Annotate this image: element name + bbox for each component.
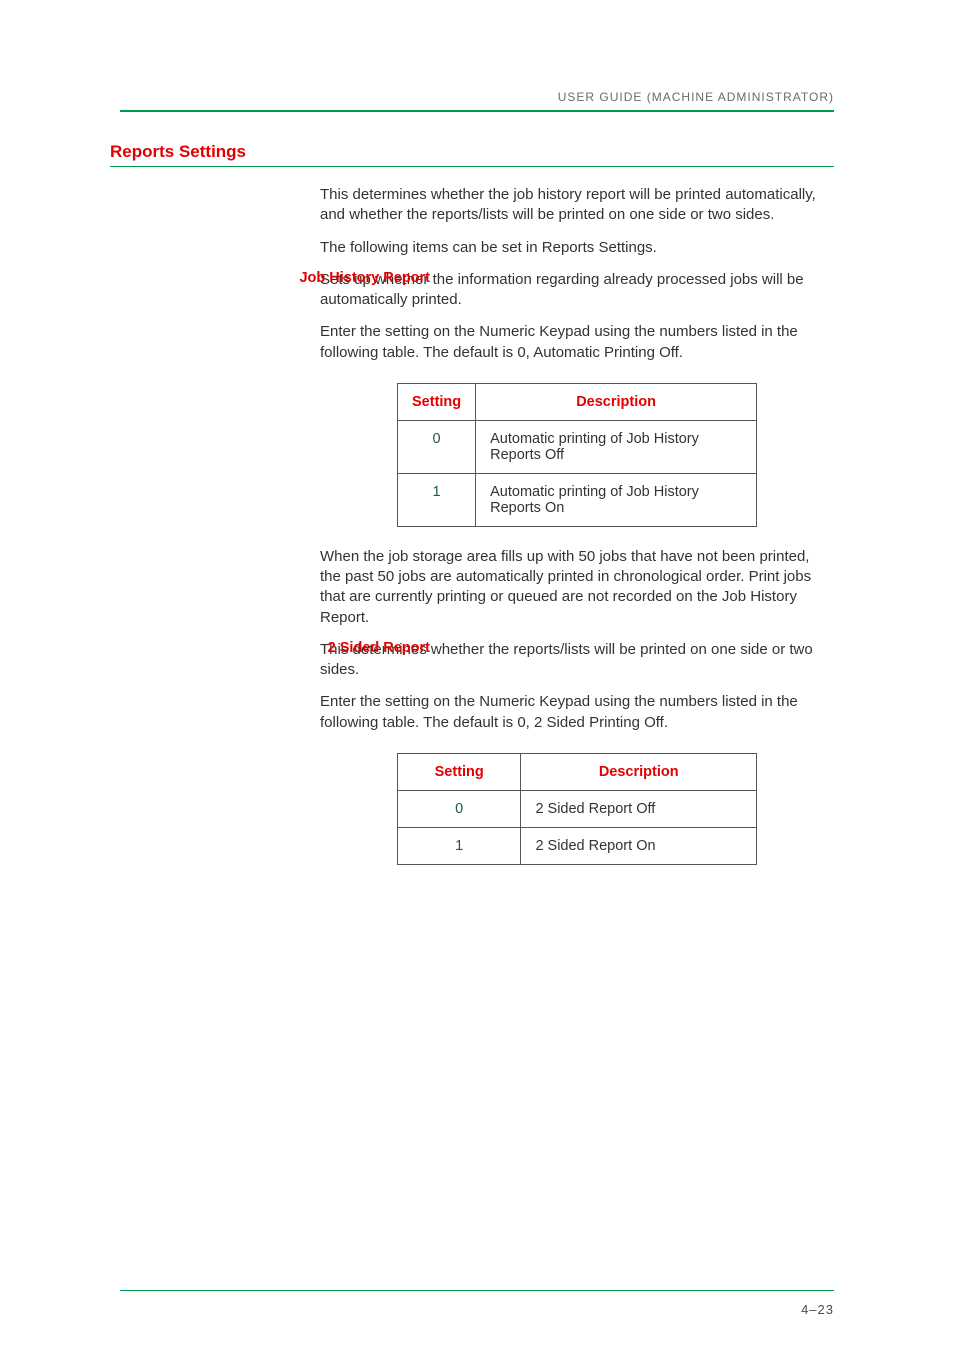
page-container: USER GUIDE (MACHINE ADMINISTRATOR) Repor…: [0, 0, 954, 1351]
col-description-header: Description: [521, 753, 757, 790]
table-row: 1 Automatic printing of Job History Repo…: [398, 473, 757, 526]
cell-description: Automatic printing of Job History Report…: [476, 473, 757, 526]
table-row: 0 Automatic printing of Job History Repo…: [398, 420, 757, 473]
job-history-block: Job History Report Sets up whether the i…: [120, 270, 834, 628]
job-history-p2: Enter the setting on the Numeric Keypad …: [320, 322, 834, 363]
title-rule: [110, 166, 834, 167]
cell-setting: 1: [398, 473, 476, 526]
table-row: 0 2 Sided Report Off: [398, 790, 757, 827]
job-history-label: Job History Report: [240, 270, 430, 286]
col-description-header: Description: [476, 383, 757, 420]
cell-setting: 1: [398, 827, 521, 864]
job-history-table: Setting Description 0 Automatic printing…: [397, 383, 757, 527]
col-setting-header: Setting: [398, 383, 476, 420]
cell-setting: 0: [398, 790, 521, 827]
two-sided-table: Setting Description 0 2 Sided Report Off…: [397, 753, 757, 865]
table-header-row: Setting Description: [398, 753, 757, 790]
cell-description: 2 Sided Report On: [521, 827, 757, 864]
two-sided-label: 2 Sided Report: [240, 640, 430, 656]
footer-rule: [120, 1290, 834, 1291]
table-row: 1 2 Sided Report On: [398, 827, 757, 864]
running-head: USER GUIDE (MACHINE ADMINISTRATOR): [120, 90, 834, 110]
col-setting-header: Setting: [398, 753, 521, 790]
header-rule: [120, 110, 834, 112]
cell-description: 2 Sided Report Off: [521, 790, 757, 827]
job-history-p3: When the job storage area fills up with …: [320, 547, 834, 628]
section-title: Reports Settings: [110, 142, 834, 162]
table-header-row: Setting Description: [398, 383, 757, 420]
intro-paragraph-1: This determines whether the job history …: [320, 185, 834, 226]
two-sided-block: 2 Sided Report This determines whether t…: [120, 640, 834, 865]
page-number: 4–23: [801, 1302, 834, 1317]
cell-description: Automatic printing of Job History Report…: [476, 420, 757, 473]
cell-setting: 0: [398, 420, 476, 473]
intro-block: This determines whether the job history …: [320, 185, 834, 258]
two-sided-p2: Enter the setting on the Numeric Keypad …: [320, 692, 834, 733]
intro-paragraph-2: The following items can be set in Report…: [320, 238, 834, 258]
